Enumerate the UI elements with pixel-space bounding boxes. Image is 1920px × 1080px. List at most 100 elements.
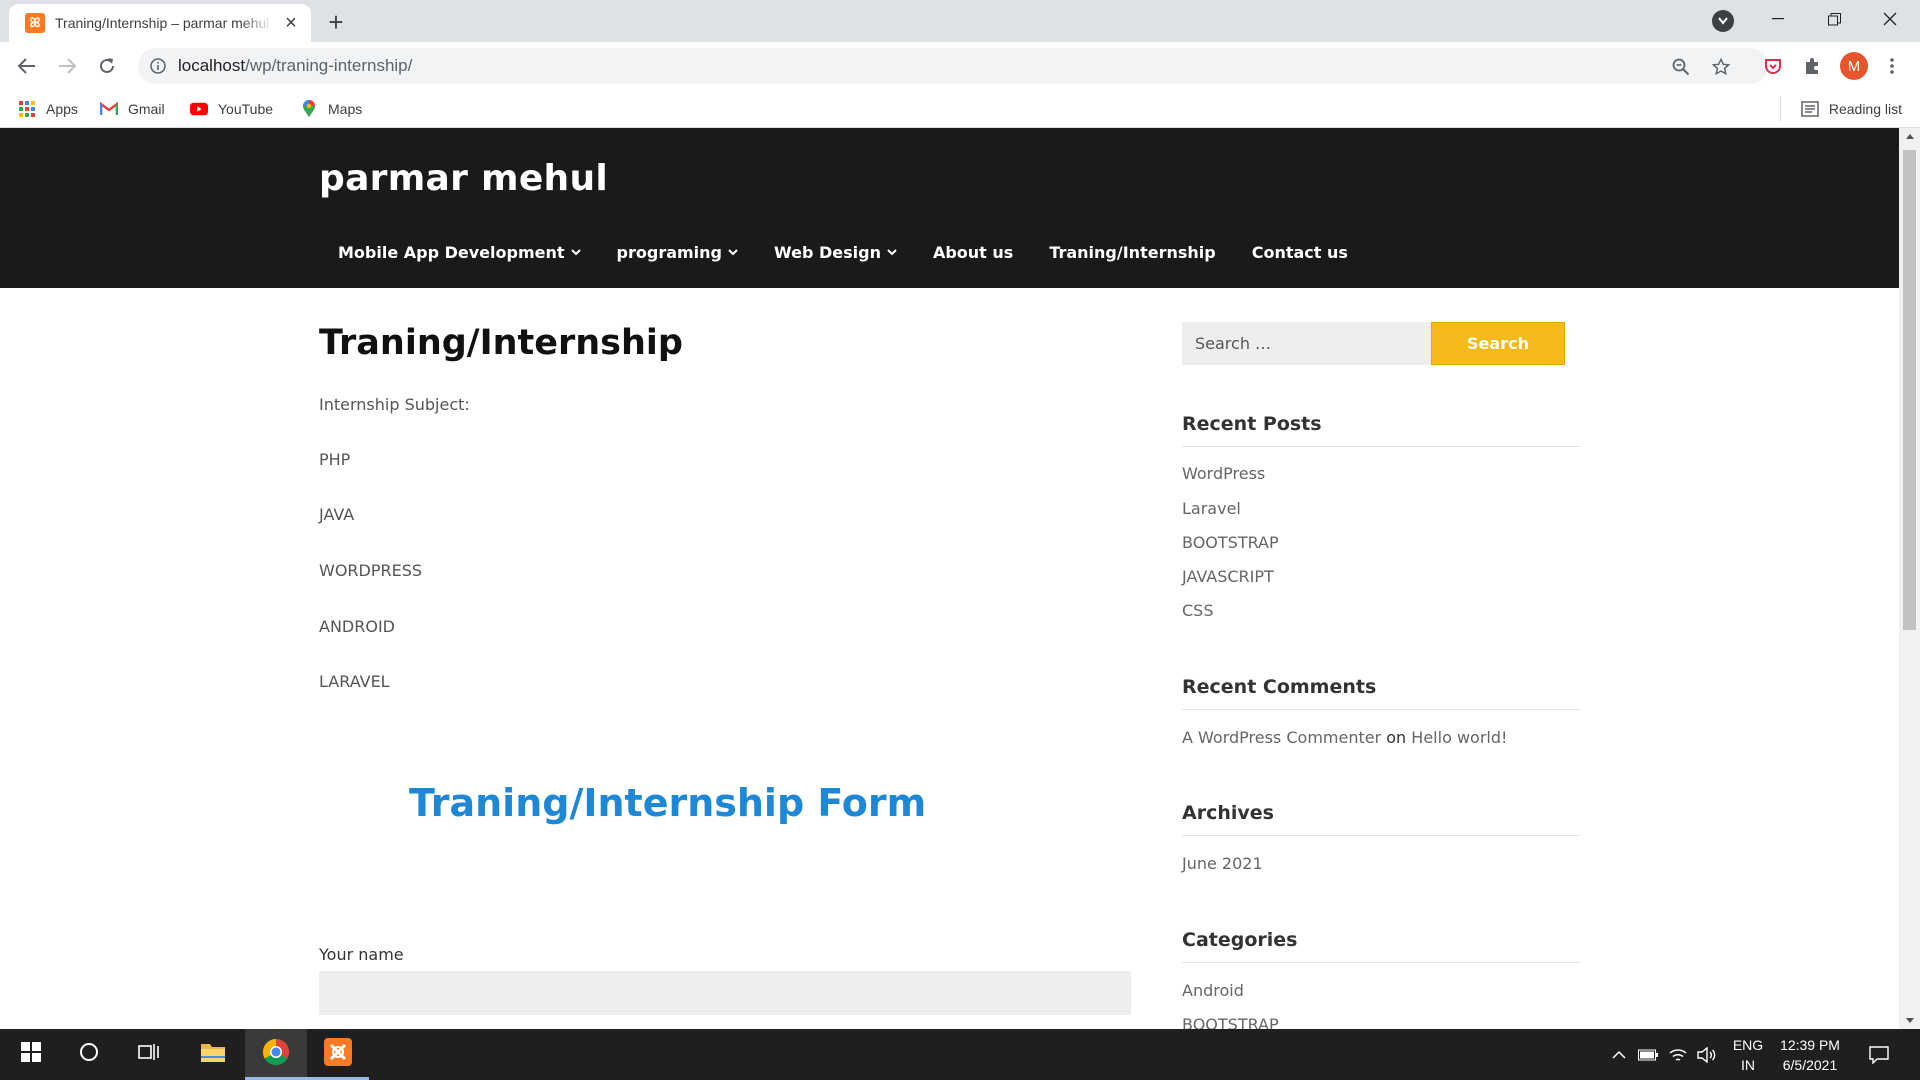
- search-button[interactable]: Search: [1431, 322, 1565, 365]
- comment-author-link[interactable]: A WordPress Commenter: [1182, 728, 1381, 747]
- maps-icon: [300, 100, 318, 118]
- close-tab-icon[interactable]: ×: [281, 12, 301, 34]
- recent-post-link[interactable]: BOOTSTRAP: [1182, 533, 1279, 552]
- categories-title: Categories: [1182, 929, 1298, 951]
- clock-time[interactable]: 12:39 PM: [1775, 1037, 1845, 1053]
- scroll-up-arrow-icon[interactable]: [1899, 128, 1920, 145]
- bookmark-gmail[interactable]: Gmail: [100, 98, 165, 120]
- archive-link[interactable]: June 2021: [1182, 854, 1263, 873]
- extensions-puzzle-icon[interactable]: [1797, 51, 1827, 81]
- subject-item: LARAVEL: [319, 672, 390, 691]
- recent-post-link[interactable]: CSS: [1182, 601, 1213, 620]
- comment-on-text: on: [1386, 728, 1407, 747]
- pocket-extension-icon[interactable]: [1758, 51, 1788, 81]
- recent-post-link[interactable]: Laravel: [1182, 499, 1241, 518]
- nav-item-about-us[interactable]: About us: [933, 243, 1013, 262]
- site-info-icon[interactable]: [148, 56, 168, 76]
- recent-post-link[interactable]: WordPress: [1182, 464, 1265, 483]
- reading-list-button[interactable]: Reading list: [1801, 98, 1902, 120]
- xampp-taskbar-button[interactable]: [307, 1029, 369, 1080]
- input-language[interactable]: ENG: [1730, 1037, 1766, 1053]
- task-view-icon: [138, 1042, 160, 1067]
- url-text[interactable]: localhost/wp/traning-internship/: [178, 56, 412, 76]
- cortana-search-button[interactable]: [58, 1029, 120, 1080]
- chrome-icon: [262, 1038, 290, 1071]
- bookmark-maps[interactable]: Maps: [300, 98, 362, 120]
- scrollbar-thumb[interactable]: [1903, 150, 1916, 630]
- clock-date[interactable]: 6/5/2021: [1775, 1057, 1845, 1073]
- chevron-down-icon: [728, 249, 738, 256]
- page-title: Traning/Internship: [319, 323, 683, 363]
- start-button[interactable]: [0, 1029, 62, 1080]
- close-window-icon[interactable]: [1862, 0, 1918, 38]
- file-explorer-button[interactable]: [182, 1029, 244, 1080]
- search-input[interactable]: Search …: [1182, 322, 1431, 365]
- zoom-icon[interactable]: [1670, 56, 1692, 78]
- subject-item: ANDROID: [319, 617, 395, 636]
- browser-toolbar: localhost/wp/traning-internship/ M: [0, 42, 1920, 90]
- action-center-icon[interactable]: [1868, 1044, 1890, 1066]
- nav-item-mobile-app-development[interactable]: Mobile App Development: [338, 243, 581, 262]
- bookmark-label: Gmail: [128, 101, 165, 117]
- youtube-icon: [190, 100, 208, 118]
- bookmark-label: YouTube: [218, 101, 274, 117]
- input-region[interactable]: IN: [1730, 1057, 1766, 1073]
- comment-post-link[interactable]: Hello world!: [1411, 728, 1507, 747]
- subject-item: WORDPRESS: [319, 561, 423, 580]
- profile-avatar[interactable]: M: [1840, 52, 1868, 80]
- chevron-down-icon: [887, 249, 897, 256]
- folder-icon: [200, 1041, 226, 1068]
- task-view-button[interactable]: [118, 1029, 180, 1080]
- widget-divider: [1182, 835, 1580, 836]
- widget-divider: [1182, 709, 1580, 710]
- address-bar[interactable]: localhost/wp/traning-internship/: [138, 48, 1768, 84]
- bookmark-star-icon[interactable]: [1710, 56, 1732, 78]
- nav-label: Web Design: [774, 243, 881, 262]
- your-name-input[interactable]: [319, 971, 1131, 1015]
- recent-comments-title: Recent Comments: [1182, 676, 1377, 698]
- category-link[interactable]: Android: [1182, 981, 1244, 1000]
- tab-strip: ꕤ Traning/Internship – parmar mehul × +: [0, 0, 1920, 42]
- chevron-down-icon: [570, 249, 581, 256]
- page-viewport: parmar mehul Mobile App Development prog…: [0, 128, 1899, 1029]
- windows-logo-icon: [21, 1042, 41, 1067]
- windows-taskbar: ENG IN 12:39 PM 6/5/2021: [0, 1029, 1920, 1080]
- new-tab-button[interactable]: +: [322, 7, 350, 37]
- bookmark-youtube[interactable]: YouTube: [190, 98, 273, 120]
- bookmark-apps[interactable]: Apps: [18, 98, 78, 120]
- recent-comment: A WordPress Commenter on Hello world!: [1182, 728, 1507, 747]
- forward-button[interactable]: [51, 50, 83, 82]
- wifi-icon[interactable]: [1667, 1044, 1689, 1066]
- back-button[interactable]: [11, 50, 43, 82]
- browser-tab-active[interactable]: ꕤ Traning/Internship – parmar mehul ×: [9, 4, 311, 42]
- bookmarks-divider: [1780, 96, 1781, 122]
- chrome-menu-icon[interactable]: [1877, 51, 1907, 81]
- nav-item-programing[interactable]: programing: [617, 243, 738, 262]
- subject-item: PHP: [319, 450, 351, 469]
- recent-posts-title: Recent Posts: [1182, 413, 1322, 435]
- minimize-window-icon[interactable]: [1750, 0, 1806, 38]
- cortana-circle-icon: [79, 1042, 99, 1067]
- page-scrollbar[interactable]: [1899, 128, 1920, 1029]
- restore-window-icon[interactable]: [1806, 0, 1862, 38]
- main-navigation: Mobile App Development programing Web De…: [338, 243, 1384, 262]
- category-link[interactable]: BOOTSTRAP: [1182, 1015, 1279, 1029]
- volume-icon[interactable]: [1696, 1044, 1718, 1066]
- site-title[interactable]: parmar mehul: [319, 158, 608, 199]
- scroll-down-arrow-icon[interactable]: [1899, 1012, 1920, 1029]
- recent-post-link[interactable]: JAVASCRIPT: [1182, 567, 1274, 586]
- reload-button[interactable]: [91, 50, 123, 82]
- xampp-favicon-icon: ꕤ: [25, 13, 45, 33]
- battery-icon[interactable]: [1637, 1044, 1659, 1066]
- gmail-icon: [100, 100, 118, 118]
- nav-item-traning-internship[interactable]: Traning/Internship: [1049, 243, 1215, 262]
- tab-search-icon[interactable]: [1712, 10, 1734, 32]
- tab-title: Traning/Internship – parmar mehul: [55, 15, 270, 31]
- nav-label: programing: [616, 243, 723, 262]
- nav-label: Contact us: [1251, 243, 1348, 262]
- show-hidden-icons-chevron-icon[interactable]: [1608, 1044, 1630, 1066]
- nav-item-web-design[interactable]: Web Design: [774, 243, 897, 262]
- chrome-taskbar-button[interactable]: [245, 1029, 307, 1080]
- nav-item-contact-us[interactable]: Contact us: [1252, 243, 1348, 262]
- search-placeholder: Search …: [1195, 334, 1272, 353]
